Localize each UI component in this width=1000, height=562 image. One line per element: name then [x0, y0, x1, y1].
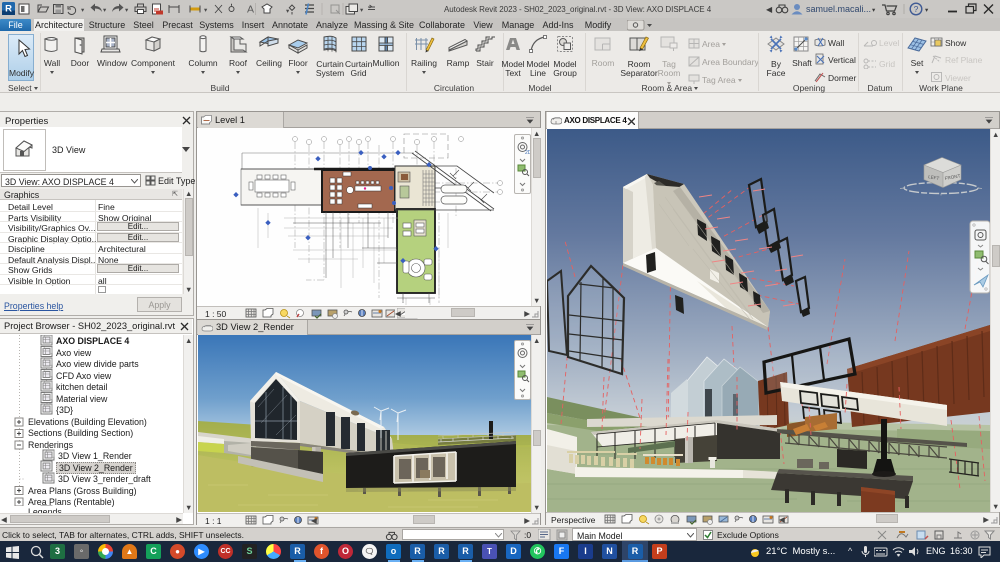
svg-text:▾: ▾ — [81, 7, 85, 14]
svg-text:▾: ▾ — [360, 7, 364, 14]
svg-text:▾: ▾ — [125, 7, 129, 14]
svg-text:samuel.macali...: samuel.macali... — [806, 4, 871, 14]
svg-text:A: A — [247, 4, 254, 16]
svg-text:▾: ▾ — [925, 7, 929, 14]
svg-text:2D: 2D — [525, 150, 530, 156]
svg-text:▾: ▾ — [103, 7, 107, 14]
svg-text:?: ? — [914, 4, 919, 14]
svg-text:▾: ▾ — [286, 8, 290, 15]
svg-text:▾: ▾ — [872, 7, 876, 14]
svg-text:◀: ◀ — [766, 5, 773, 14]
svg-text:R: R — [5, 4, 12, 15]
svg-text:▾: ▾ — [204, 7, 208, 14]
